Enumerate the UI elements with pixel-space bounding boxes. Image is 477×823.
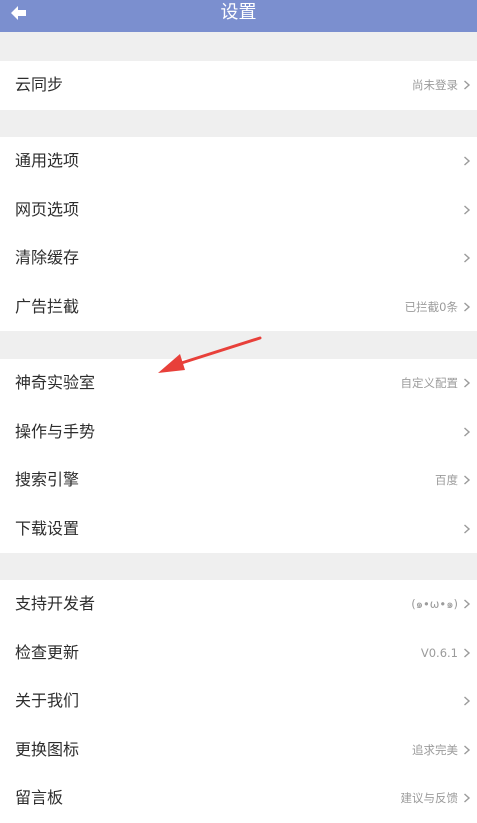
row-value: 尚未登录	[412, 78, 458, 92]
row-label: 下载设置	[15, 518, 80, 538]
chevron-right-icon	[464, 696, 471, 706]
app-bar: 设置	[0, 0, 477, 32]
row-value: 百度	[435, 473, 458, 487]
chevron-right-icon	[464, 647, 471, 658]
chevron-right-icon	[464, 599, 471, 609]
row-value: 建议与反馈	[400, 791, 459, 805]
section-account: 云同步 尚未登录	[0, 61, 477, 110]
row-label: 神奇实验室	[15, 373, 96, 392]
settings-row-cloud-sync[interactable]: 云同步 尚未登录	[0, 61, 477, 110]
chevron-right-icon	[464, 80, 471, 90]
row-label: 关于我们	[15, 691, 80, 710]
chevron-right-icon	[464, 156, 471, 166]
chevron-right-icon	[464, 301, 471, 312]
chevron-right-icon	[464, 475, 471, 485]
settings-row-ad-block[interactable]: 广告拦截 已拦截0条	[0, 283, 477, 332]
section-general: 通用选项 网页选项 清除缓存 广告拦截 已拦截0条	[0, 137, 477, 331]
settings-row-download[interactable]: 下载设置	[0, 505, 477, 554]
row-value: 追求完美	[412, 742, 458, 757]
chevron-right-icon	[464, 426, 471, 437]
row-label: 搜索引擎	[15, 470, 80, 489]
settings-row-change-icon[interactable]: 更换图标 追求完美	[0, 726, 477, 775]
section-about: 支持开发者 (๑•ω•๑) 检查更新 V0.6.1 关于我们 更换图标 追求完美…	[0, 580, 477, 823]
settings-row-check-update[interactable]: 检查更新 V0.6.1	[0, 629, 477, 678]
row-value: V0.6.1	[420, 645, 458, 660]
row-label: 支持开发者	[15, 594, 96, 613]
chevron-right-icon	[464, 793, 471, 803]
settings-row-clear-cache[interactable]: 清除缓存	[0, 234, 477, 283]
row-label: 云同步	[15, 75, 64, 94]
section-advanced: 神奇实验室 自定义配置 操作与手势 搜索引擎 百度 下载设置	[0, 359, 477, 553]
chevron-right-icon	[464, 253, 471, 263]
settings-row-search-engine[interactable]: 搜索引擎 百度	[0, 456, 477, 505]
settings-row-support-developer[interactable]: 支持开发者 (๑•ω•๑)	[0, 580, 477, 629]
settings-row-general-options[interactable]: 通用选项	[0, 137, 477, 186]
settings-row-lab[interactable]: 神奇实验室 自定义配置	[0, 359, 477, 408]
row-label: 广告拦截	[15, 296, 80, 316]
row-value: (๑•ω•๑)	[411, 597, 458, 611]
chevron-right-icon	[464, 744, 471, 755]
row-label: 更换图标	[15, 739, 80, 759]
row-label: 检查更新	[15, 642, 80, 662]
row-value: 已拦截0条	[404, 299, 458, 314]
page-title: 设置	[220, 2, 257, 23]
row-label: 留言板	[15, 788, 64, 807]
row-label: 操作与手势	[15, 421, 96, 441]
chevron-right-icon	[464, 378, 471, 388]
row-label: 清除缓存	[15, 248, 80, 267]
settings-row-message-board[interactable]: 留言板 建议与反馈	[0, 774, 477, 823]
settings-row-about-us[interactable]: 关于我们	[0, 677, 477, 726]
chevron-right-icon	[464, 204, 471, 215]
settings-row-gestures[interactable]: 操作与手势	[0, 408, 477, 457]
settings-row-web-options[interactable]: 网页选项	[0, 186, 477, 235]
chevron-right-icon	[464, 523, 471, 534]
row-label: 通用选项	[15, 151, 80, 170]
row-label: 网页选项	[15, 199, 80, 219]
row-value: 自定义配置	[400, 376, 459, 390]
